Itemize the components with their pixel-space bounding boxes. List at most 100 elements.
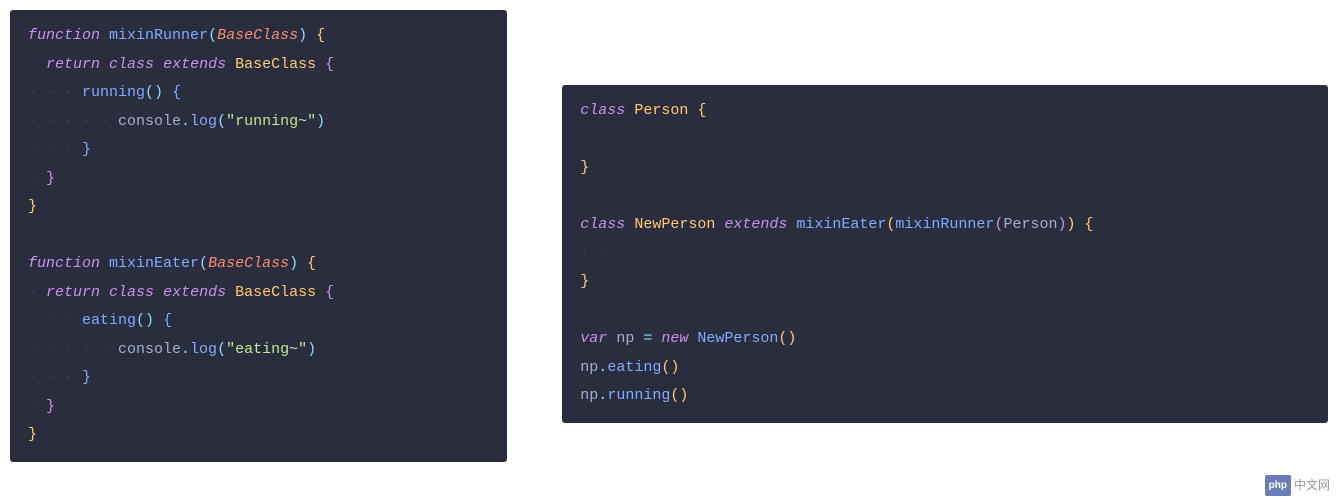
code-line: · · · } — [28, 136, 489, 165]
code-line: } — [580, 154, 1310, 183]
brace-open: { — [325, 56, 334, 73]
php-badge: php — [1265, 475, 1291, 496]
code-line: function mixinRunner(BaseClass) { — [28, 22, 489, 51]
function-name: mixinEater — [109, 255, 199, 272]
brace-close: } — [28, 426, 37, 443]
keyword-class: class — [109, 284, 154, 301]
parens: () — [136, 312, 154, 329]
brace-open: { — [172, 84, 181, 101]
paren: ( — [217, 113, 226, 130]
keyword-function: function — [28, 27, 100, 44]
variable: np — [580, 359, 598, 376]
code-container: function mixinRunner(BaseClass) { · retu… — [10, 10, 1328, 462]
brace-close: } — [28, 198, 37, 215]
method-call: log — [190, 113, 217, 130]
keyword-new: new — [661, 330, 688, 347]
function-name: mixinRunner — [109, 27, 208, 44]
code-line: · return class extends BaseClass { — [28, 51, 489, 80]
code-line: } — [28, 421, 489, 450]
paren: ( — [199, 255, 208, 272]
string-literal: "running~" — [226, 113, 316, 130]
code-line: function mixinEater(BaseClass) { — [28, 250, 489, 279]
code-line: var np = new NewPerson() — [580, 325, 1310, 354]
keyword-class: class — [580, 102, 625, 119]
variable: np — [580, 387, 598, 404]
brace-close: } — [82, 141, 91, 158]
code-line-empty — [580, 183, 1310, 212]
parens: () — [778, 330, 796, 347]
keyword-class: class — [109, 56, 154, 73]
code-line: · return class extends BaseClass { — [28, 279, 489, 308]
keyword-extends: extends — [163, 56, 226, 73]
code-line: · · · · · console.log("running~") — [28, 108, 489, 137]
indent-guide: · — [28, 284, 46, 301]
keyword-extends: extends — [163, 284, 226, 301]
indent-guide: · — [28, 56, 46, 73]
paren: ) — [307, 341, 316, 358]
parens: () — [661, 359, 679, 376]
brace-close: } — [46, 170, 55, 187]
paren: ( — [208, 27, 217, 44]
code-line: np.eating() — [580, 354, 1310, 383]
method-call: log — [190, 341, 217, 358]
code-line: · · · } — [28, 364, 489, 393]
paren: ) — [316, 113, 325, 130]
brace-close: } — [580, 159, 589, 176]
dot: . — [598, 359, 607, 376]
code-line-empty — [580, 126, 1310, 155]
indent-guide: · · · · · — [28, 341, 118, 358]
class-name: NewPerson — [697, 330, 778, 347]
indent-guide: · · · — [28, 84, 82, 101]
parens: () — [145, 84, 163, 101]
indent-guide: · · · · · — [28, 113, 118, 130]
indent-guide: · · · — [28, 312, 82, 329]
keyword-return: return — [46, 284, 100, 301]
string-literal: "eating~" — [226, 341, 307, 358]
brace-open: { — [307, 255, 316, 272]
indent-guide: · · — [580, 245, 616, 262]
indent-guide: · · · — [28, 141, 82, 158]
code-line: } — [580, 268, 1310, 297]
brace-close: } — [82, 369, 91, 386]
brace-open: { — [1085, 216, 1094, 233]
class-name: NewPerson — [634, 216, 715, 233]
code-line: } — [28, 193, 489, 222]
brace-open: { — [697, 102, 706, 119]
code-line: · · · running() { — [28, 79, 489, 108]
function-name: mixinEater — [796, 216, 886, 233]
brace-close: } — [46, 398, 55, 415]
code-line-empty — [580, 297, 1310, 326]
parameter: BaseClass — [217, 27, 298, 44]
code-line: · } — [28, 393, 489, 422]
watermark: php 中文网 — [1265, 474, 1330, 497]
indent-guide: · — [28, 398, 46, 415]
paren: ) — [298, 27, 307, 44]
code-line-empty — [28, 222, 489, 251]
argument: Person — [1003, 216, 1057, 233]
operator: = — [643, 330, 652, 347]
code-line: class NewPerson extends mixinEater(mixin… — [580, 211, 1310, 240]
variable: np — [616, 330, 634, 347]
code-line: · · · · · console.log("eating~") — [28, 336, 489, 365]
method-name: eating — [82, 312, 136, 329]
code-line: np.running() — [580, 382, 1310, 411]
parameter: BaseClass — [208, 255, 289, 272]
object: console — [118, 113, 181, 130]
function-name: mixinRunner — [895, 216, 994, 233]
code-block-right: class Person { } class NewPerson extends… — [562, 85, 1328, 423]
keyword-return: return — [46, 56, 100, 73]
brace-open: { — [325, 284, 334, 301]
code-line-empty: · · — [580, 240, 1310, 269]
class-name: BaseClass — [235, 284, 316, 301]
object: console — [118, 341, 181, 358]
keyword-extends: extends — [724, 216, 787, 233]
indent-guide: · — [28, 170, 46, 187]
watermark-text: 中文网 — [1294, 474, 1330, 497]
code-line: class Person { — [580, 97, 1310, 126]
method-call: eating — [607, 359, 661, 376]
code-block-left: function mixinRunner(BaseClass) { · retu… — [10, 10, 507, 462]
parens: () — [670, 387, 688, 404]
keyword-var: var — [580, 330, 607, 347]
brace-close: } — [580, 273, 589, 290]
paren: ) — [1066, 216, 1075, 233]
